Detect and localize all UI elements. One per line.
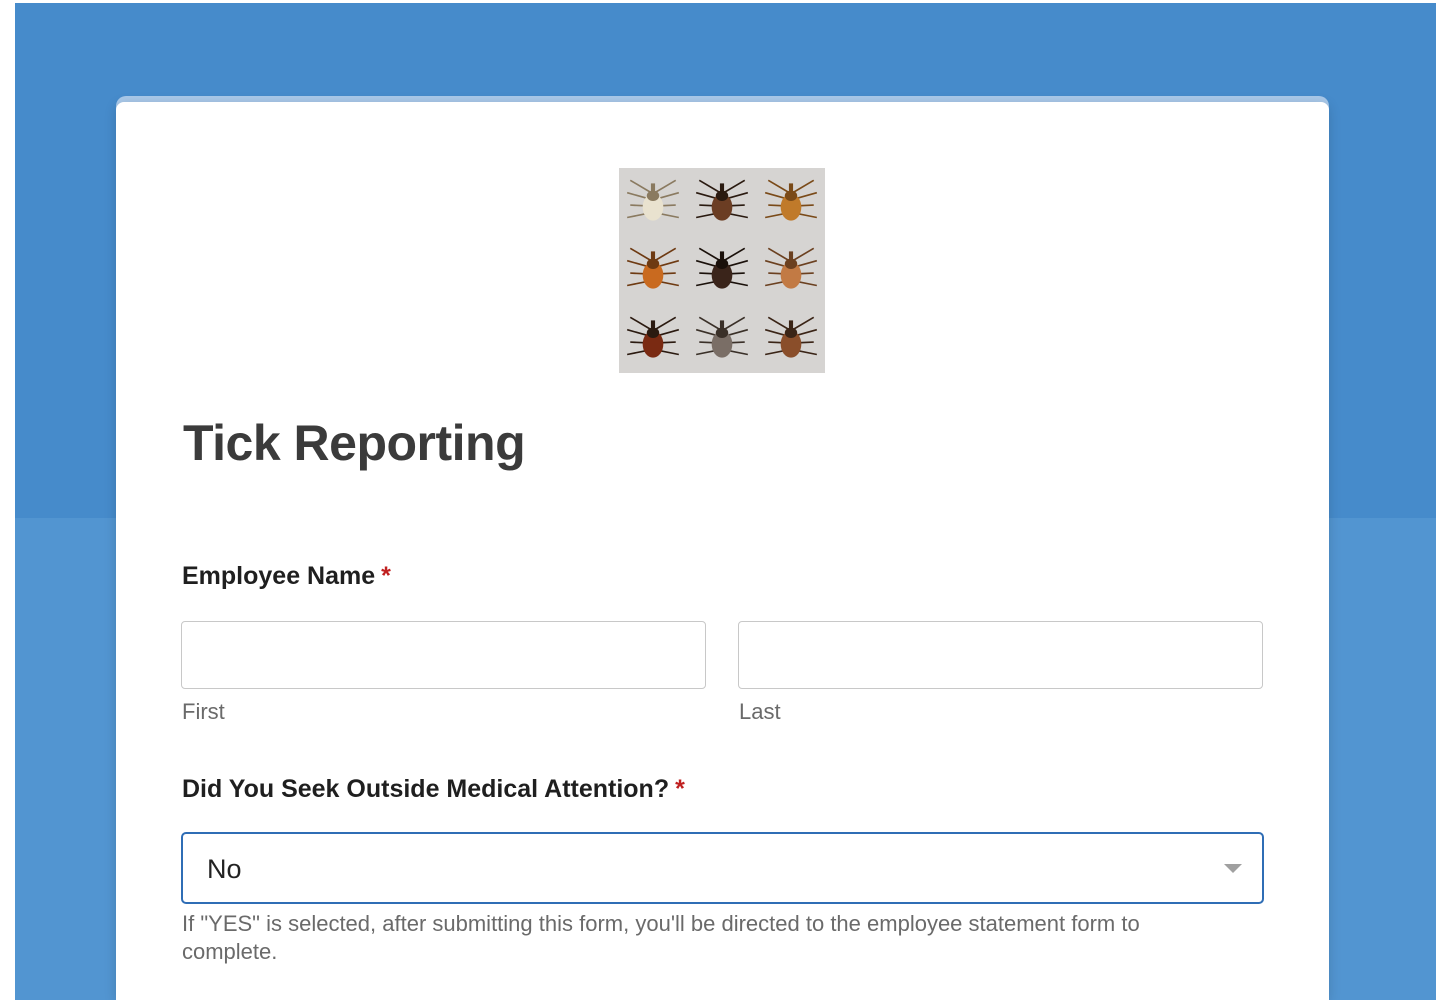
employee-name-label: Employee Name * — [182, 562, 391, 591]
required-asterisk: * — [381, 562, 391, 590]
tick-photo — [756, 305, 825, 373]
tick-photo — [619, 236, 688, 304]
tick-icon — [695, 179, 749, 221]
medical-attention-label: Did You Seek Outside Medical Attention? * — [182, 775, 685, 804]
tick-photo — [619, 305, 688, 373]
chevron-down-icon[interactable] — [1224, 864, 1242, 873]
first-name-input[interactable] — [181, 621, 706, 689]
last-name-sublabel: Last — [739, 699, 781, 724]
tick-icon — [764, 316, 817, 358]
tick-photo — [688, 236, 757, 304]
tick-icon — [627, 179, 680, 221]
medical-attention-label-text: Did You Seek Outside Medical Attention? — [182, 775, 670, 803]
form-title: Tick Reporting — [183, 415, 526, 471]
tick-icon — [695, 316, 749, 358]
tick-icon — [695, 248, 749, 290]
medical-attention-select[interactable]: No — [181, 832, 1264, 904]
tick-species-logo — [619, 168, 825, 373]
employee-name-label-text: Employee Name — [182, 562, 376, 590]
tick-icon — [764, 248, 817, 290]
medical-attention-help-text: If "YES" is selected, after submitting t… — [182, 911, 1140, 964]
required-asterisk: * — [675, 775, 685, 803]
form-card: Tick Reporting Employee Name * First Last… — [116, 102, 1329, 1000]
tick-photo — [756, 168, 825, 236]
tick-icon — [764, 179, 817, 221]
tick-photo — [688, 168, 757, 236]
tick-photo — [756, 236, 825, 304]
last-name-input[interactable] — [738, 621, 1263, 689]
tick-photo — [619, 168, 688, 236]
tick-icon — [627, 316, 680, 358]
tick-photo — [688, 305, 757, 373]
select-value: No — [207, 854, 242, 884]
first-name-sublabel: First — [182, 699, 225, 724]
tick-icon — [627, 248, 680, 290]
